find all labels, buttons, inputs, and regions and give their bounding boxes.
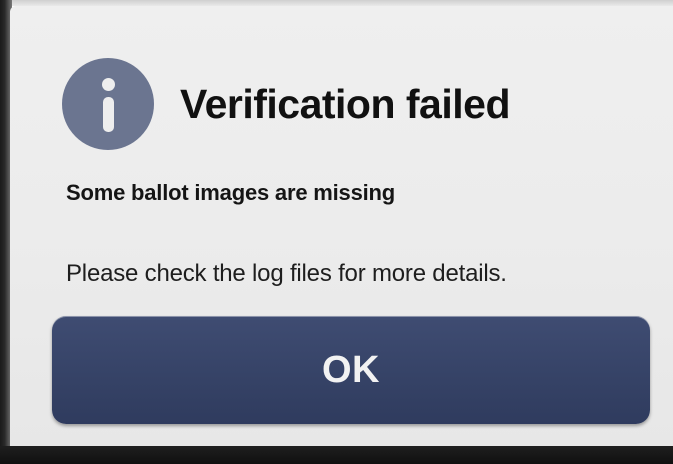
dialog: Verification failed Some ballot images a… (10, 6, 673, 446)
ok-button[interactable]: OK (52, 316, 650, 424)
screen-bezel-bottom (0, 446, 673, 464)
info-icon-stem (103, 97, 114, 132)
ok-button-label: OK (322, 348, 380, 391)
info-icon-dot (102, 78, 115, 91)
dialog-subtitle: Some ballot images are missing (66, 180, 396, 205)
dialog-title: Verification failed (180, 80, 511, 127)
info-icon (62, 58, 154, 150)
dialog-message: Please check the log files for more deta… (66, 260, 507, 287)
dialog-header: Verification failed (62, 58, 511, 150)
